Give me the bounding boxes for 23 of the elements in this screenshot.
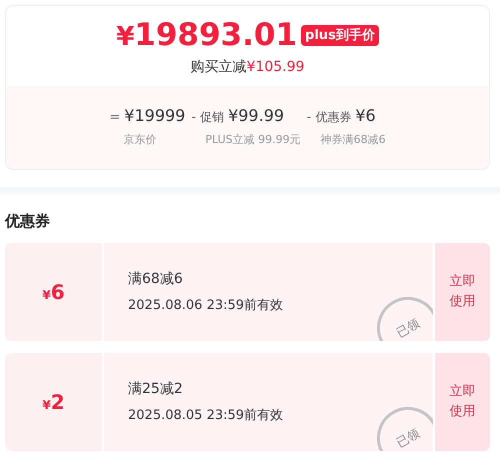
plus-price-badge: plus到手价: [301, 24, 379, 46]
breakdown-label: 神券满68减6: [320, 132, 386, 148]
use-now-button[interactable]: 立即使用: [435, 243, 490, 341]
breakdown-label: PLUS立减 99.99元: [204, 132, 301, 148]
coupon-amount: ¥6: [42, 279, 65, 306]
breakdown-value: ¥6: [355, 105, 376, 127]
use-now-button[interactable]: 立即使用: [435, 353, 490, 451]
coupon-amount: ¥2: [42, 389, 65, 416]
breakdown-label: 京东价: [122, 132, 158, 148]
breakdown-value: ¥99.99: [228, 105, 284, 127]
section-title: 优惠券: [4, 214, 51, 229]
operator-sign: -: [191, 109, 196, 127]
coupon-rule: 满25减2: [128, 380, 184, 399]
breakdown-name: 促销: [200, 109, 224, 126]
saving-text: 购买立减¥105.99: [190, 58, 304, 77]
coupon-rule: 满68减6: [128, 270, 184, 289]
operator-sign: =: [109, 109, 120, 127]
final-price: ¥19893.01: [116, 20, 298, 51]
coupon-validity: 2025.08.05 23:59前有效: [128, 406, 284, 425]
coupon-validity: 2025.08.06 23:59前有效: [128, 296, 284, 315]
operator-sign: -: [306, 109, 312, 127]
breakdown-value: ¥19999: [124, 105, 186, 127]
breakdown-name: 优惠券: [315, 109, 352, 126]
